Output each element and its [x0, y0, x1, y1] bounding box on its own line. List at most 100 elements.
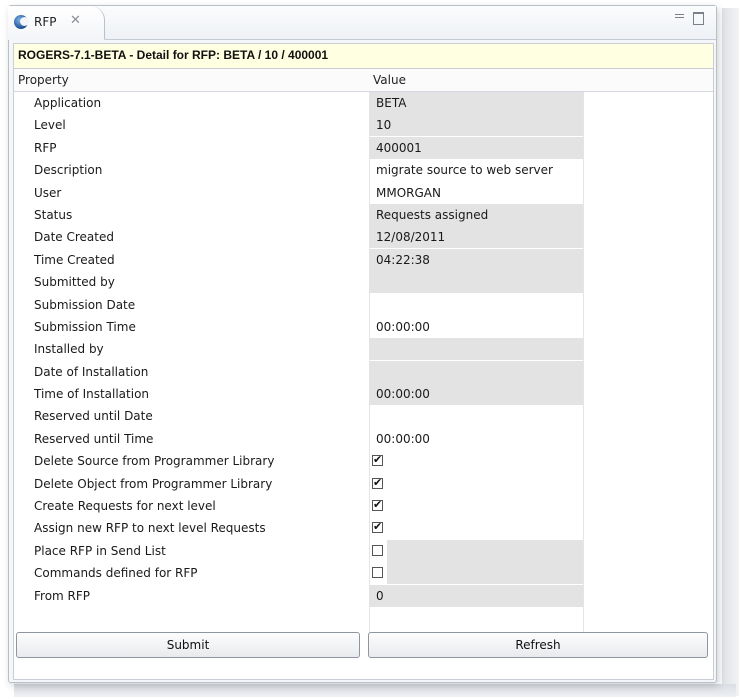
value-cell[interactable]	[369, 271, 583, 294]
property-label: Reserved until Date	[34, 409, 153, 424]
value-text: Requests assigned	[376, 207, 489, 222]
table-row[interactable]: Level 10	[14, 114, 713, 137]
value-text: 00:00:00	[376, 431, 430, 446]
value-cell[interactable]: MMORGAN	[369, 182, 583, 204]
maximize-icon[interactable]	[693, 12, 704, 25]
table-row[interactable]: RFP 400001	[14, 136, 713, 159]
table-row[interactable]: Place RFP in Send List	[14, 539, 713, 562]
property-label: Reserved until Time	[34, 431, 154, 446]
property-label: Time of Installation	[34, 387, 150, 402]
checkbox[interactable]	[372, 498, 383, 512]
value-text: 04:22:38	[376, 252, 430, 267]
value-cell[interactable]: 00:00:00	[369, 428, 583, 450]
table-row[interactable]: Submitted by	[14, 271, 713, 294]
property-label: Delete Source from Programmer Library	[34, 454, 275, 469]
column-header-value[interactable]: Value	[373, 73, 406, 87]
table-row[interactable]: Description migrate source to web server	[14, 159, 713, 181]
checkbox[interactable]	[372, 544, 383, 556]
column-header-property[interactable]: Property	[18, 73, 69, 87]
refresh-button[interactable]: Refresh	[368, 632, 708, 658]
table-body: Application BETA Level 10 RFP 400001 Descripti…	[14, 92, 713, 607]
disabled-cell-fill	[387, 539, 583, 562]
detail-panel: ROGERS-7.1-BETA - Detail for RFP: BETA /…	[13, 43, 714, 680]
property-label: Description	[34, 163, 103, 178]
table-row[interactable]: Reserved until Date	[14, 405, 713, 427]
table-row[interactable]: Reserved until Time 00:00:00	[14, 428, 713, 450]
property-label: Commands defined for RFP	[34, 566, 198, 581]
table-row[interactable]: Assign new RFP to next level Requests	[14, 517, 713, 539]
value-cell[interactable]: 00:00:00	[369, 383, 583, 406]
table-row[interactable]: Date Created 12/08/2011	[14, 226, 713, 249]
table-row[interactable]: Status Requests assigned	[14, 203, 713, 226]
property-label: Submission Date	[34, 297, 136, 312]
tab-rfp[interactable]: RFP ✕	[8, 6, 105, 40]
property-table: Property Value Application BETA Level 10 RFP…	[14, 69, 713, 651]
checkbox[interactable]	[372, 453, 383, 467]
value-cell[interactable]	[369, 539, 583, 562]
property-label: Assign new RFP to next level Requests	[34, 521, 266, 536]
tab-label: RFP	[34, 15, 57, 29]
value-cell[interactable]	[369, 405, 583, 427]
table-row[interactable]: Commands defined for RFP	[14, 562, 713, 585]
table-row[interactable]: Submission Time 00:00:00	[14, 316, 713, 338]
page-title: ROGERS-7.1-BETA - Detail for RFP: BETA /…	[18, 48, 329, 62]
property-label: Time Created	[34, 252, 115, 267]
value-cell[interactable]	[369, 360, 583, 383]
value-cell[interactable]: 0	[369, 584, 583, 607]
table-header: Property Value	[14, 69, 713, 92]
property-label: Date of Installation	[34, 364, 149, 379]
property-label: Create Requests for next level	[34, 499, 216, 514]
value-cell[interactable]	[369, 562, 583, 585]
value-cell[interactable]: migrate source to web server	[369, 159, 583, 181]
value-text: 400001	[376, 140, 422, 155]
table-row[interactable]: Application BETA	[14, 92, 713, 114]
property-label: User	[34, 185, 62, 200]
value-cell[interactable]	[369, 473, 583, 495]
value-cell[interactable]	[369, 294, 583, 316]
value-cell[interactable]	[369, 517, 583, 539]
window-shadow-right	[722, 8, 739, 696]
table-row[interactable]: Time Created 04:22:38	[14, 248, 713, 271]
table-row[interactable]: Delete Object from Programmer Library	[14, 473, 713, 495]
table-row[interactable]: Delete Source from Programmer Library	[14, 450, 713, 472]
property-label: Application	[34, 96, 102, 110]
value-cell[interactable]: 12/08/2011	[369, 226, 583, 249]
property-label: Place RFP in Send List	[34, 543, 166, 558]
table-row[interactable]: User MMORGAN	[14, 182, 713, 204]
close-icon[interactable]: ✕	[70, 13, 81, 28]
value-text: 00:00:00	[376, 387, 430, 402]
disabled-cell-fill	[387, 562, 583, 585]
submit-button[interactable]: Submit	[16, 632, 360, 658]
checkbox[interactable]	[372, 520, 383, 534]
value-text: 10	[376, 118, 392, 133]
table-row[interactable]: From RFP 0	[14, 584, 713, 607]
value-cell[interactable]: 00:00:00	[369, 316, 583, 338]
minimize-icon[interactable]	[674, 12, 685, 22]
value-text: 12/08/2011	[376, 230, 446, 245]
detail-header: ROGERS-7.1-BETA - Detail for RFP: BETA /…	[14, 44, 713, 69]
value-cell[interactable]	[369, 338, 583, 361]
value-text: migrate source to web server	[376, 163, 553, 178]
table-row[interactable]: Submission Date	[14, 294, 713, 316]
value-cell[interactable]	[369, 495, 583, 517]
value-text: 0	[376, 588, 384, 603]
rfp-app-icon	[14, 15, 29, 29]
property-label: RFP	[34, 140, 57, 155]
property-label: Level	[34, 118, 66, 133]
value-cell[interactable]	[369, 450, 583, 472]
property-label: From RFP	[34, 588, 91, 603]
value-cell[interactable]: 10	[369, 114, 583, 137]
table-row[interactable]: Time of Installation 00:00:00	[14, 383, 713, 406]
table-row[interactable]: Date of Installation	[14, 360, 713, 383]
value-cell[interactable]: Requests assigned	[369, 203, 583, 226]
value-cell[interactable]: BETA	[369, 92, 583, 114]
tab-bar: RFP ✕	[8, 6, 716, 40]
value-cell[interactable]: 400001	[369, 136, 583, 159]
value-cell[interactable]: 04:22:38	[369, 248, 583, 271]
table-row[interactable]: Create Requests for next level	[14, 495, 713, 517]
checkbox[interactable]	[372, 476, 383, 490]
property-label: Submission Time	[34, 319, 136, 334]
table-row[interactable]: Installed by	[14, 338, 713, 361]
checkbox[interactable]	[372, 567, 383, 579]
window-shadow-bottom	[14, 684, 736, 697]
